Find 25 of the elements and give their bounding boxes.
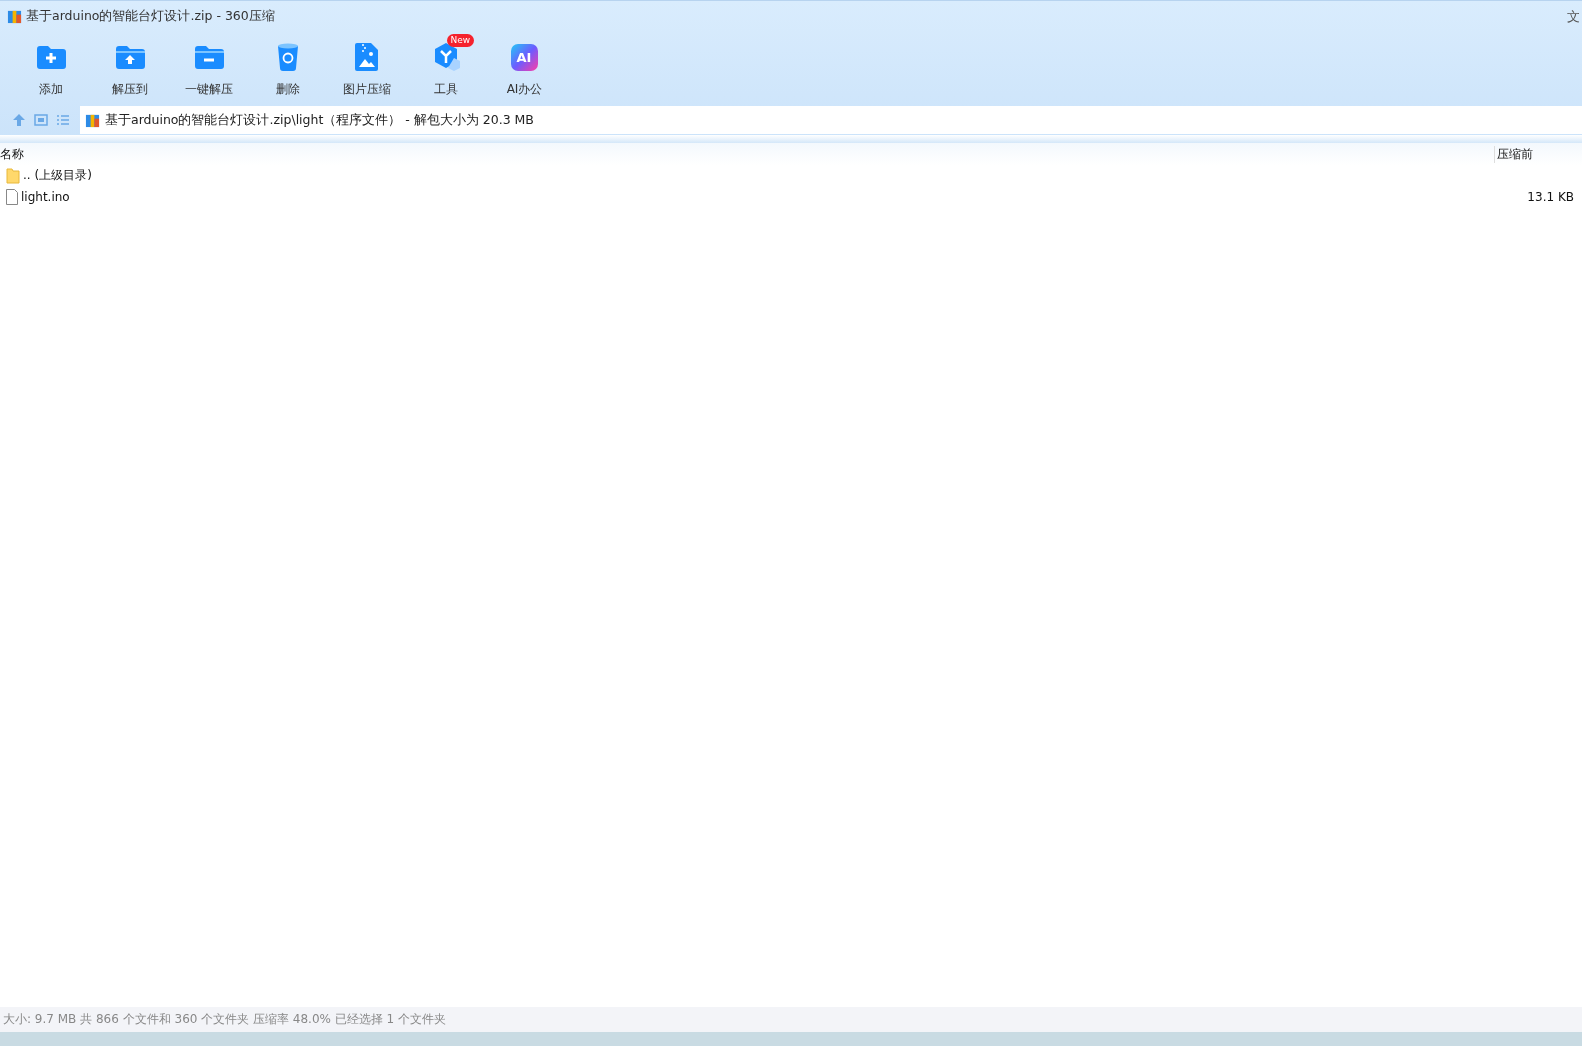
toolbar-button[interactable]: 图片压缩 xyxy=(327,32,406,105)
folder-name[interactable]: .. (上级目录) xyxy=(23,167,92,184)
archive-icon xyxy=(85,112,100,128)
toolbar-button[interactable]: 解压到 xyxy=(90,32,169,105)
file-name[interactable]: light.ino xyxy=(21,189,70,204)
column-header[interactable]: 压缩前 xyxy=(1494,145,1582,163)
title-text: 文 xyxy=(1567,7,1580,26)
toolbar-button[interactable]: 添加 xyxy=(11,32,90,105)
toolbar-button[interactable]: 删除 xyxy=(248,32,327,105)
archive-icon xyxy=(7,9,22,24)
thumbnail-view-icon[interactable] xyxy=(34,113,48,127)
up-arrow-icon[interactable] xyxy=(12,113,26,127)
column-header[interactable]: 名称 xyxy=(0,145,1494,163)
file-icon xyxy=(6,188,18,205)
list-view-icon[interactable] xyxy=(56,113,70,127)
new-badge: New xyxy=(446,34,475,47)
window-title: 基于arduino的智能台灯设计.zip - 360压缩 xyxy=(26,8,276,25)
status-text: 大小: 9.7 MB 共 866 个文件和 360 个文件夹 压缩率 48.0% 已经选择 1 个文件夹 xyxy=(3,1011,447,1028)
toolbar-button[interactable]: 一键解压 xyxy=(169,32,248,105)
toolbar-button[interactable]: AI AI办公 xyxy=(485,32,564,105)
address-field[interactable]: 基于arduino的智能台灯设计.zip\light（程序文件） - 解包大小为 20.3 MB xyxy=(80,106,1582,134)
file-size: 13.1 KB xyxy=(1527,189,1575,204)
ai-icon: AI xyxy=(510,44,538,71)
folder-icon xyxy=(6,167,20,184)
toolbar-button[interactable]: New 工具 xyxy=(406,32,485,105)
